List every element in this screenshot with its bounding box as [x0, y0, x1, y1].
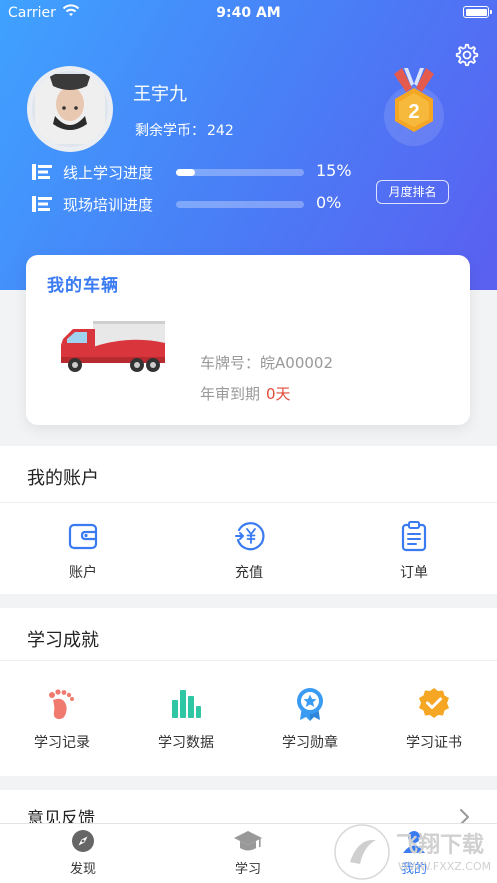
recharge-button[interactable]: 充值: [209, 520, 289, 582]
coin-balance: 剩余学币： 242: [133, 120, 234, 140]
learning-record-label: 学习记录: [34, 735, 90, 751]
learning-certificate-button[interactable]: 学习证书: [394, 686, 474, 752]
onsite-progress-label: 现场培训进度: [63, 196, 154, 214]
vehicle-card-title: 我的车辆: [47, 276, 119, 296]
annual-review-days: 0天: [266, 385, 291, 403]
online-progress-label: 线上学习进度: [63, 164, 154, 182]
account-button[interactable]: 账户: [43, 520, 123, 582]
learning-record-button[interactable]: 学习记录: [22, 686, 102, 752]
annual-review-info: 年审到期 0天: [200, 383, 291, 404]
profile-header: Carrier 9:40 AM 王宇九 剩余学币： 242 2 线上学习进度 1…: [0, 0, 497, 290]
online-progress-bar: [176, 169, 304, 176]
coin-label: 剩余学币：: [135, 123, 205, 139]
battery-icon: [463, 6, 492, 18]
compass-icon: [72, 830, 94, 852]
plate-label: 车牌号：: [200, 354, 261, 372]
account-label: 账户: [69, 565, 97, 581]
account-section-title: 我的账户: [27, 468, 99, 489]
achievement-section-title: 学习成就: [27, 630, 99, 651]
tab-learning[interactable]: 学习: [208, 828, 288, 877]
watermark-logo: 飞翔下载 WWW.FXXZ.COM: [334, 824, 491, 880]
learning-certificate-label: 学习证书: [406, 735, 462, 751]
watermark-title: 飞翔下载: [396, 832, 484, 858]
tab-learning-label: 学习: [234, 862, 261, 877]
user-name: 王宇九: [133, 84, 187, 105]
coin-value: 242: [207, 123, 234, 139]
bar-chart-icon: [172, 690, 201, 718]
account-section: 我的账户 账户 充值 订单: [0, 446, 497, 594]
online-progress-row: 线上学习进度 15%: [32, 160, 362, 184]
learning-medal-button[interactable]: 学习勋章: [270, 686, 350, 752]
learning-data-button[interactable]: 学习数据: [146, 686, 226, 752]
achievement-section: 学习成就 学习记录 学习数据 学习勋章 学习证书: [0, 608, 497, 776]
plate-value: 皖A00002: [260, 354, 333, 372]
truck-icon: [61, 321, 165, 372]
footprint-icon: [49, 689, 74, 720]
plate-info: 车牌号：皖A00002: [200, 352, 333, 373]
tab-discover[interactable]: 发现: [43, 828, 123, 877]
recharge-icon: [235, 522, 265, 551]
graduation-cap-icon: [234, 831, 262, 851]
divider: [0, 660, 497, 661]
onsite-progress-row: 现场培训进度 0%: [32, 192, 362, 216]
avatar[interactable]: [27, 66, 113, 152]
avatar-photo: [35, 74, 105, 144]
monthly-rank-button[interactable]: 月度排名: [376, 180, 449, 204]
divider: [0, 502, 497, 503]
tab-discover-label: 发现: [69, 862, 96, 877]
recharge-label: 充值: [235, 565, 263, 581]
orders-label: 订单: [400, 565, 428, 581]
orders-button[interactable]: 订单: [374, 520, 454, 582]
clipboard-icon: [401, 521, 427, 552]
medal-icon: [297, 688, 323, 721]
medal-rank-number: 2: [408, 101, 419, 123]
watermark-url: WWW.FXXZ.COM: [398, 860, 491, 873]
clock: 9:40 AM: [216, 5, 281, 21]
onsite-progress-bar: [176, 201, 304, 208]
onsite-progress-percent: 0%: [316, 193, 342, 212]
list-icon: [32, 164, 52, 180]
annual-review-label: 年审到期: [200, 385, 261, 403]
vehicle-card[interactable]: 我的车辆 车牌号：皖A00002 年审到期 0天: [26, 255, 470, 425]
rank-medal-icon[interactable]: 2: [378, 64, 450, 148]
gear-icon[interactable]: [454, 42, 480, 68]
wallet-icon: [68, 523, 98, 550]
learning-data-label: 学习数据: [158, 735, 214, 751]
learning-medal-label: 学习勋章: [282, 735, 338, 751]
certificate-icon: [419, 688, 449, 718]
status-bar: Carrier 9:40 AM: [0, 0, 497, 26]
list-icon: [32, 196, 52, 212]
online-progress-fill: [176, 169, 196, 176]
online-progress-percent: 15%: [316, 161, 352, 180]
